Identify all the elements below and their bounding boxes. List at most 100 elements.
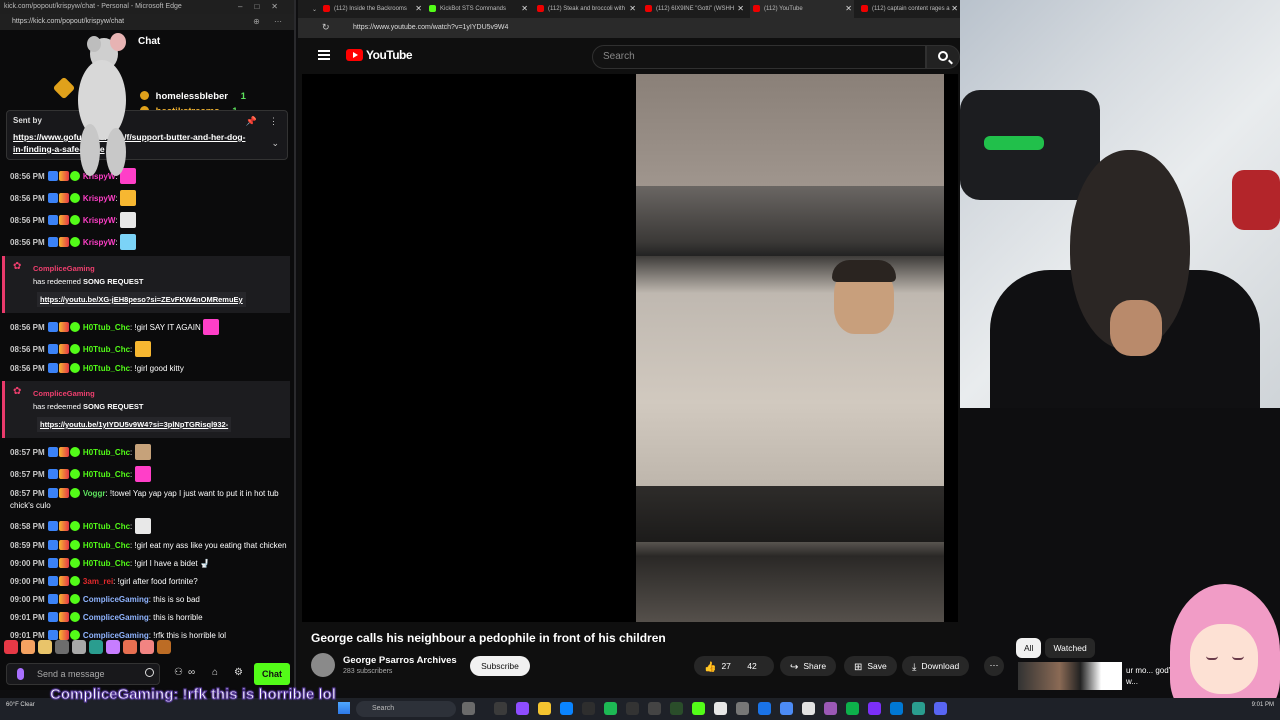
discord-icon[interactable]: [934, 702, 947, 715]
close-tab-icon[interactable]: ✕: [845, 4, 852, 13]
app-icon[interactable]: [890, 702, 903, 715]
tab-actions-icon[interactable]: ⌄: [298, 0, 318, 18]
search-button[interactable]: [926, 45, 960, 69]
edge-icon[interactable]: [560, 702, 573, 715]
message-username[interactable]: H0Ttub_Chc: [83, 541, 130, 550]
share-button[interactable]: ↪ Share: [780, 656, 837, 676]
chat-address-bar[interactable]: https://kick.com/popout/krispyw/chat ⊕ ⋯: [0, 14, 294, 30]
message-username[interactable]: H0Ttub_Chc: [83, 470, 130, 479]
more-options-icon[interactable]: ⋮: [269, 116, 278, 127]
app-icon[interactable]: [582, 702, 595, 715]
video-player[interactable]: [302, 74, 958, 622]
close-tab-icon[interactable]: ✕: [415, 4, 422, 13]
app-icon[interactable]: [802, 702, 815, 715]
chat-send-button[interactable]: Chat: [254, 663, 290, 685]
close-tab-icon[interactable]: ✕: [521, 4, 528, 13]
gifter-name[interactable]: homelessbleber: [156, 91, 228, 102]
redeem-user[interactable]: ComplicеGaming: [33, 262, 282, 275]
pin-icon[interactable]: 📌: [246, 116, 257, 127]
channel-avatar[interactable]: [311, 653, 335, 677]
browser-tab-active[interactable]: (112) YouTube ✕: [750, 0, 854, 18]
app-icon[interactable]: [758, 702, 771, 715]
app-icon[interactable]: [714, 702, 727, 715]
chip-watched[interactable]: Watched: [1045, 638, 1095, 658]
chat-message-input[interactable]: Send a message: [6, 663, 160, 685]
youtube-logo[interactable]: YouTube: [346, 48, 413, 62]
app-icon[interactable]: [670, 702, 683, 715]
message-username[interactable]: H0Ttub_Chc: [83, 559, 130, 568]
message-username[interactable]: ComplicеGaming: [83, 595, 149, 604]
emoji-icon[interactable]: [145, 668, 154, 677]
emote-icon[interactable]: [21, 640, 35, 654]
app-icon[interactable]: [648, 702, 661, 715]
emote-icon[interactable]: [140, 640, 154, 654]
redeem-link[interactable]: https://youtu.be/1yIYDU5v9W4?si=3plNpTGR…: [37, 417, 232, 432]
browser-tab[interactable]: (112) Steak and broccoli with ✕: [534, 0, 638, 18]
app-icon[interactable]: [626, 702, 639, 715]
message-username[interactable]: H0Ttub_Chc: [83, 522, 130, 531]
youtube-address-bar[interactable]: ↻ https://www.youtube.com/watch?v=1yIYDU…: [298, 18, 960, 38]
emote-icon[interactable]: [4, 640, 18, 654]
emote-icon[interactable]: [72, 640, 86, 654]
redeem-user[interactable]: ComplicеGaming: [33, 387, 282, 400]
folder-icon[interactable]: [538, 702, 551, 715]
browser-tab[interactable]: KickBot STS Commands ✕: [426, 0, 530, 18]
save-button[interactable]: ⊞ Save: [844, 656, 897, 676]
app-icon[interactable]: [912, 702, 925, 715]
message-username[interactable]: ComplicеGaming: [83, 613, 149, 622]
message-username[interactable]: KrispyW: [83, 216, 115, 225]
emote-icon[interactable]: [89, 640, 103, 654]
browser-tab[interactable]: (112) 6IX9INE "Gotti" (WSHH ✕: [642, 0, 746, 18]
gear-icon[interactable]: ⚙: [234, 667, 243, 678]
redeem-link[interactable]: https://youtu.be/XG-jEH8peso?si=ZEvFKW4n…: [37, 292, 246, 307]
download-button[interactable]: ⤓ Download: [902, 656, 970, 676]
message-username[interactable]: H0Ttub_Chc: [83, 323, 130, 332]
link-icon[interactable]: ∞: [188, 667, 195, 678]
message-username[interactable]: ComplicеGaming: [83, 631, 149, 640]
message-username[interactable]: H0Ttub_Chc: [83, 448, 130, 457]
app-icon[interactable]: [494, 702, 507, 715]
store-icon[interactable]: ⌂: [212, 667, 218, 678]
emote-icon[interactable]: [157, 640, 171, 654]
app-icon[interactable]: [736, 702, 749, 715]
window-controls[interactable]: –□✕: [238, 2, 290, 11]
emote-icon[interactable]: [106, 640, 120, 654]
app-icon[interactable]: [462, 702, 475, 715]
emote-icon[interactable]: [38, 640, 52, 654]
browser-tab[interactable]: (112) captain content rages a ✕: [858, 0, 960, 18]
message-username[interactable]: Voggr: [83, 489, 106, 498]
app-icon[interactable]: [868, 702, 881, 715]
chip-all[interactable]: All: [1016, 638, 1042, 658]
taskbar-clock[interactable]: 9:01 PM: [1252, 701, 1274, 709]
app-icon[interactable]: [604, 702, 617, 715]
reload-icon[interactable]: ↻: [322, 22, 330, 33]
message-username[interactable]: 3am_rei: [83, 577, 113, 586]
menu-icon[interactable]: [318, 50, 330, 60]
browser-tab[interactable]: (112) Inside the Backrooms ✕: [320, 0, 424, 18]
emote-icon[interactable]: [55, 640, 69, 654]
taskbar-search[interactable]: Search: [356, 701, 456, 717]
message-username[interactable]: H0Ttub_Chc: [83, 364, 130, 373]
subscribe-button[interactable]: Subscribe: [470, 656, 530, 676]
address-bar-icons[interactable]: ⊕ ⋯: [253, 17, 288, 26]
start-icon[interactable]: [338, 702, 350, 714]
emote-icon[interactable]: [123, 640, 137, 654]
taskbar-weather[interactable]: 60°F Clear: [6, 701, 35, 709]
close-tab-icon[interactable]: ✕: [951, 4, 958, 13]
close-tab-icon[interactable]: ✕: [629, 4, 636, 13]
app-icon[interactable]: [692, 702, 705, 715]
youtube-search-input[interactable]: Search: [592, 45, 926, 69]
app-icon[interactable]: [846, 702, 859, 715]
message-username[interactable]: KrispyW: [83, 194, 115, 203]
close-tab-icon[interactable]: ✕: [737, 4, 744, 13]
suggested-video-thumbnail[interactable]: [1018, 662, 1128, 692]
chevron-down-icon[interactable]: ⌄: [271, 138, 279, 149]
like-dislike-button[interactable]: 👍 27 42: [694, 656, 774, 676]
message-username[interactable]: KrispyW: [83, 238, 115, 247]
channel-name[interactable]: George Psarros Archives: [343, 655, 457, 666]
app-icon[interactable]: [780, 702, 793, 715]
message-username[interactable]: H0Ttub_Chc: [83, 345, 130, 354]
app-icon[interactable]: [824, 702, 837, 715]
more-actions-icon[interactable]: ⋯: [984, 656, 1004, 676]
bot-icon[interactable]: ⚇: [174, 667, 183, 678]
